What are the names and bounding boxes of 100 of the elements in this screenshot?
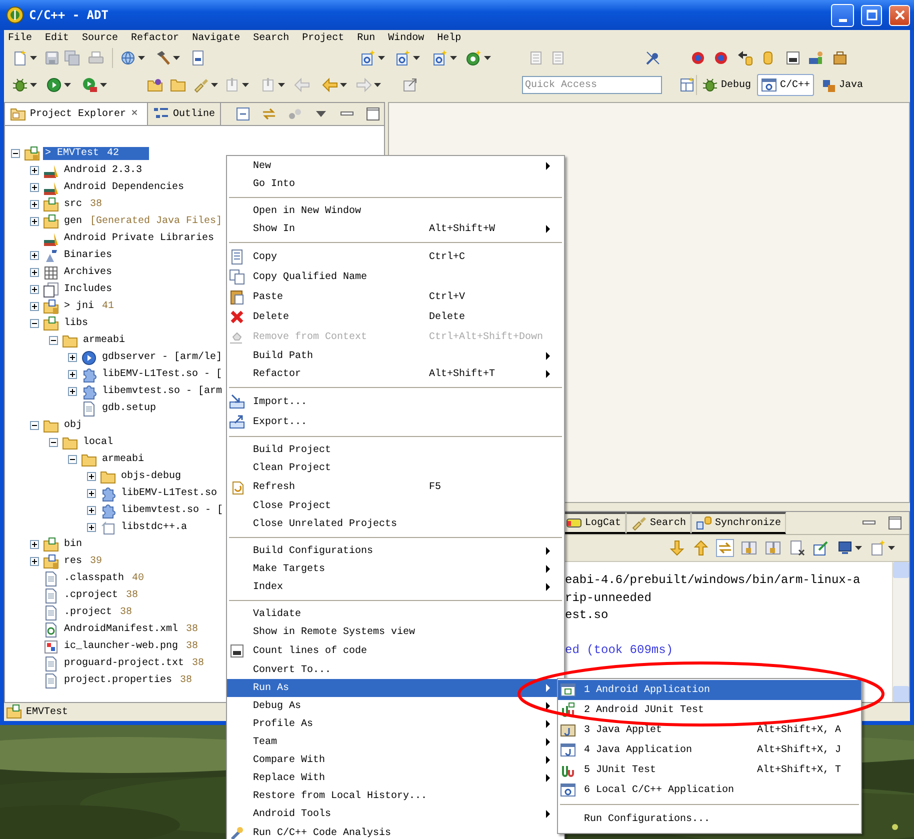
link-arrows-icon[interactable] [717,540,733,556]
menu-item[interactable]: Close Unrelated Projects [227,515,564,533]
expand-toggle[interactable] [30,302,39,311]
tree-item-label[interactable]: proguard-project.txt [62,657,186,670]
close-button[interactable] [889,4,910,26]
menu-item[interactable]: 2 Android JUnit Test [558,700,861,720]
menu-item[interactable]: Build Project [227,441,564,459]
tree-item-label[interactable]: libEMV-L1Test.so [119,487,220,500]
tree-item-label[interactable]: Archives [62,266,114,279]
caret-icon[interactable] [64,83,71,87]
tree-item-label[interactable]: .classpath [62,572,126,585]
folder-icon[interactable] [147,77,163,93]
expand-toggle[interactable] [87,506,96,515]
expand-toggle[interactable] [30,540,39,549]
caret-icon[interactable] [340,83,347,87]
arrow-up-icon[interactable] [693,540,709,556]
toolbox-icon[interactable] [832,50,848,66]
tree-item-label[interactable]: Includes [62,283,114,296]
hammer-icon[interactable] [155,50,171,66]
pin-window-icon[interactable] [813,540,829,556]
menu-item[interactable]: Copy Qualified Name [227,267,564,287]
menu-item[interactable]: Run Configurations... [558,809,861,829]
globe-icon[interactable] [120,50,136,66]
tree-item-label[interactable]: .project [62,606,114,619]
perspective-button[interactable]: C/C++ [757,74,814,96]
caret-icon[interactable] [173,56,180,60]
menu-bar-item[interactable]: Edit [45,32,70,44]
menu-item[interactable]: Import... [227,392,564,412]
arrow-down-icon[interactable] [669,540,685,556]
tree-item-label[interactable]: > jni [62,300,96,313]
menu-item[interactable]: 1 Android Application [558,680,861,700]
perspective-button[interactable]: Java [816,74,868,96]
play-toolbox-icon[interactable] [82,77,98,93]
caret-icon[interactable] [413,56,420,60]
tree-item-label[interactable]: Android 2.3.3 [62,164,144,177]
menu-item[interactable]: Refactor Alt+Shift+T [227,365,564,383]
menu-bar-item[interactable]: Project [302,32,344,44]
view-tab[interactable]: Search [626,512,692,534]
tree-item-label[interactable]: ic_launcher-web.png [62,640,180,653]
menu-bar-item[interactable]: Help [437,32,462,44]
tree-item-label[interactable]: .cproject [62,589,120,602]
tree-item-label[interactable]: gdbserver - [arm/le] [100,351,224,364]
document-lock-icon[interactable] [765,540,781,556]
menu-item[interactable]: Delete Delete [227,307,564,327]
menu-item[interactable]: Make Targets [227,560,564,578]
perspective-button[interactable]: Debug [698,74,756,96]
collapse-toggle[interactable] [30,319,39,328]
dots-icon[interactable] [287,106,304,122]
new-item-icon[interactable] [466,50,482,66]
menu-item[interactable]: 5 JUnit Test Alt+Shift+X, T [558,760,861,780]
maximize-icon[interactable] [365,106,382,122]
scrollbar[interactable] [892,562,909,702]
tree-item-label[interactable]: gen [62,215,84,228]
caret-icon[interactable] [374,83,381,87]
caret-icon[interactable] [450,56,457,60]
expand-toggle[interactable] [68,353,77,362]
tree-item-label[interactable]: src [62,198,84,211]
caret-icon[interactable] [278,83,285,87]
caret-icon[interactable] [888,546,895,550]
collapse-toggle[interactable] [30,421,39,430]
tree-item-label[interactable]: res [62,555,84,568]
expand-toggle[interactable] [30,268,39,277]
maximize-button[interactable] [861,4,882,26]
new-class-icon[interactable] [360,50,376,66]
caret-icon[interactable] [378,56,385,60]
expand-toggle[interactable] [68,370,77,379]
menu-item[interactable]: Index [227,578,564,596]
tree-item-label[interactable]: libemvtest.so - [ [119,504,226,517]
tree-item-label[interactable]: gdb.setup [100,402,158,415]
caret-icon[interactable] [484,56,491,60]
menu-item[interactable]: Build Path [227,347,564,365]
pin-icon[interactable] [645,50,661,66]
view-tab[interactable]: Project Explorer [5,103,148,125]
menu-item[interactable]: Clean Project [227,459,564,477]
expand-toggle[interactable] [30,217,39,226]
menu-bar-item[interactable]: Navigate [192,32,240,44]
menu-item[interactable]: Paste Ctrl+V [227,287,564,307]
new-class-icon[interactable] [395,50,411,66]
menu-item[interactable]: Close Project [227,497,564,515]
tree-item-label[interactable]: Android Private Libraries [62,232,216,245]
tree-item-label[interactable]: bin [62,538,84,551]
collapse-toggle[interactable] [68,455,77,464]
expand-toggle[interactable] [30,166,39,175]
tree-item-label[interactable]: Android Dependencies [62,181,186,194]
tree-item-label[interactable]: libs [62,317,90,330]
tree-item-label[interactable]: libEMV-L1Test.so - [ [100,368,224,381]
caret-icon[interactable] [211,83,218,87]
collapse-icon[interactable] [235,106,252,122]
collapse-toggle[interactable] [49,336,58,345]
view-tab[interactable]: Synchronize [691,512,786,534]
maximize-icon[interactable] [887,515,903,531]
tree-item-label[interactable]: project.properties [62,674,174,687]
menu-item[interactable]: Count lines of code [227,641,564,661]
folder-icon[interactable] [170,77,186,93]
tree-item-label[interactable]: libstdc++.a [119,521,190,534]
caret-icon[interactable] [138,56,145,60]
menu-bar-item[interactable]: Window [388,32,424,44]
tree-item-label[interactable]: objs-debug [119,470,184,483]
play-icon[interactable] [46,77,62,93]
menu-item[interactable]: Export... [227,412,564,432]
